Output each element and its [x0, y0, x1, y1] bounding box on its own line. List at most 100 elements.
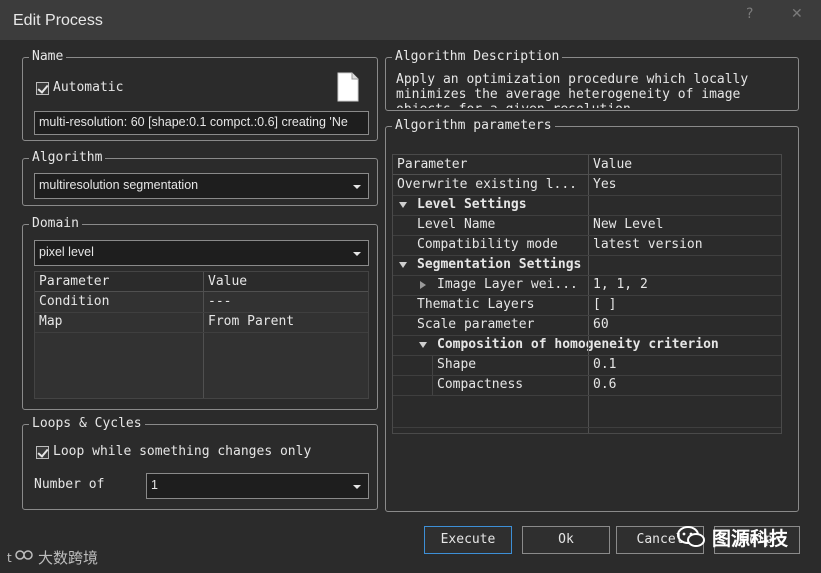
row-value: Yes — [593, 177, 617, 192]
automatic-label: Automatic — [53, 80, 124, 95]
automatic-checkbox[interactable] — [36, 82, 49, 95]
table-row[interactable]: Overwrite existing l... Yes — [393, 175, 781, 195]
watermark-right: 图源科技 — [676, 522, 788, 552]
row-param: Image Layer wei... — [437, 277, 578, 292]
help-icon[interactable]: ? — [746, 6, 753, 22]
table-row[interactable]: Scale parameter 60 — [393, 315, 781, 335]
close-icon[interactable]: ✕ — [791, 6, 803, 22]
row-param: Compatibility mode — [417, 237, 558, 252]
column-header-parameter[interactable]: Parameter — [393, 155, 588, 175]
domain-select[interactable]: pixel level — [34, 240, 369, 266]
section-row-level-settings[interactable]: Level Settings — [393, 195, 781, 215]
domain-group: Domain pixel level Parameter Value Condi… — [22, 216, 378, 410]
section-label: Level Settings — [417, 197, 527, 212]
row-divider — [393, 235, 781, 236]
column-header-value[interactable]: Value — [204, 272, 368, 292]
row-divider — [35, 332, 368, 333]
row-param: Shape — [437, 357, 477, 372]
row-value: From Parent — [208, 314, 295, 329]
watermark-left: t 大数跨境 — [6, 546, 98, 568]
loop-checkbox[interactable] — [36, 446, 49, 459]
algorithm-legend: Algorithm — [29, 150, 106, 166]
row-divider — [393, 395, 781, 396]
table-row[interactable]: Thematic Layers [ ] — [393, 295, 781, 315]
collapse-triangle-icon[interactable] — [399, 202, 407, 208]
title-bar: Edit Process ? ✕ — [0, 0, 821, 40]
row-divider — [393, 255, 781, 256]
row-value: 0.1 — [593, 357, 617, 372]
table-row[interactable]: Shape 0.1 — [393, 355, 781, 375]
collapse-triangle-icon[interactable] — [399, 262, 407, 268]
row-divider — [393, 335, 781, 336]
row-value: 0.6 — [593, 377, 617, 392]
row-value: 1, 1, 2 — [593, 277, 648, 292]
algorithm-select[interactable]: multiresolution segmentation — [34, 173, 369, 199]
name-group: Name Automatic multi-resolution: 60 [sha… — [22, 49, 378, 141]
section-label: Composition of homogeneity criterion — [437, 337, 719, 352]
column-divider — [588, 155, 589, 433]
column-header-value[interactable]: Value — [589, 155, 781, 175]
row-value: latest version — [593, 237, 703, 252]
number-of-cycles-select[interactable]: 1 — [146, 473, 369, 499]
row-value: [ ] — [593, 297, 617, 312]
row-value: 60 — [593, 317, 609, 332]
row-value: New Level — [593, 217, 664, 232]
watermark-right-text: 图源科技 — [712, 527, 789, 550]
algorithm-parameter-table: Parameter Value Overwrite existing l... … — [392, 154, 782, 434]
row-value: --- — [208, 294, 232, 309]
collapse-triangle-icon[interactable] — [419, 342, 427, 348]
algorithm-description-legend: Algorithm Description — [392, 49, 563, 65]
algorithm-group: Algorithm multiresolution segmentation — [22, 150, 378, 206]
chevron-down-icon — [353, 252, 361, 256]
window-title: Edit Process — [13, 12, 103, 29]
table-row[interactable]: Map From Parent — [35, 312, 368, 332]
domain-parameter-table: Parameter Value Condition --- Map From P… — [34, 271, 369, 399]
document-icon[interactable] — [337, 72, 359, 102]
algorithm-select-value: multiresolution segmentation — [39, 178, 199, 192]
table-row[interactable]: Level Name New Level — [393, 215, 781, 235]
table-header: Parameter Value — [393, 155, 781, 175]
row-divider — [393, 295, 781, 296]
loop-label: Loop while something changes only — [53, 444, 312, 459]
loops-group: Loops & Cycles Loop while something chan… — [22, 416, 378, 510]
row-divider — [393, 195, 781, 196]
number-of-cycles-value: 1 — [151, 478, 158, 492]
algorithm-description-text: Apply an optimization procedure which lo… — [396, 72, 749, 108]
row-param: Map — [39, 314, 63, 329]
svg-text:t: t — [7, 551, 12, 565]
row-divider — [393, 355, 781, 356]
row-divider — [393, 315, 781, 316]
section-label: Segmentation Settings — [417, 257, 582, 272]
table-row[interactable]: Compatibility mode latest version — [393, 235, 781, 255]
algorithm-parameters-group: Algorithm parameters Parameter Value Ove… — [385, 118, 799, 512]
watermark-left-text: 大数跨境 — [38, 548, 99, 567]
algorithm-description-group: Algorithm Description Apply an optimizat… — [385, 49, 799, 111]
number-of-label: Number of — [34, 477, 105, 492]
expand-triangle-icon[interactable] — [420, 281, 426, 289]
table-row[interactable]: Condition --- — [35, 292, 368, 312]
section-row-segmentation-settings[interactable]: Segmentation Settings — [393, 255, 781, 275]
section-row-composition-of-homogeneity[interactable]: Composition of homogeneity criterion — [393, 335, 781, 355]
row-divider — [393, 427, 781, 428]
algorithm-parameters-legend: Algorithm parameters — [392, 118, 555, 134]
loops-legend: Loops & Cycles — [29, 416, 145, 432]
table-row[interactable]: Image Layer wei... 1, 1, 2 — [393, 275, 781, 295]
row-divider — [393, 215, 781, 216]
row-param: Overwrite existing l... — [397, 177, 578, 192]
execute-button[interactable]: Execute — [424, 526, 512, 554]
domain-legend: Domain — [29, 216, 82, 232]
wechat-icon — [677, 526, 705, 547]
chevron-down-icon — [353, 185, 361, 189]
table-row[interactable]: Compactness 0.6 — [393, 375, 781, 395]
column-header-parameter[interactable]: Parameter — [35, 272, 203, 292]
row-param: Scale parameter — [417, 317, 535, 332]
process-name-input[interactable]: multi-resolution: 60 [shape:0.1 compct.:… — [34, 111, 369, 135]
column-divider — [203, 272, 204, 398]
row-divider — [393, 375, 781, 376]
name-legend: Name — [29, 49, 67, 65]
table-header: Parameter Value — [35, 272, 368, 292]
row-divider — [35, 312, 368, 313]
domain-select-value: pixel level — [39, 245, 94, 259]
ok-button[interactable]: Ok — [522, 526, 610, 554]
row-param: Condition — [39, 294, 110, 309]
